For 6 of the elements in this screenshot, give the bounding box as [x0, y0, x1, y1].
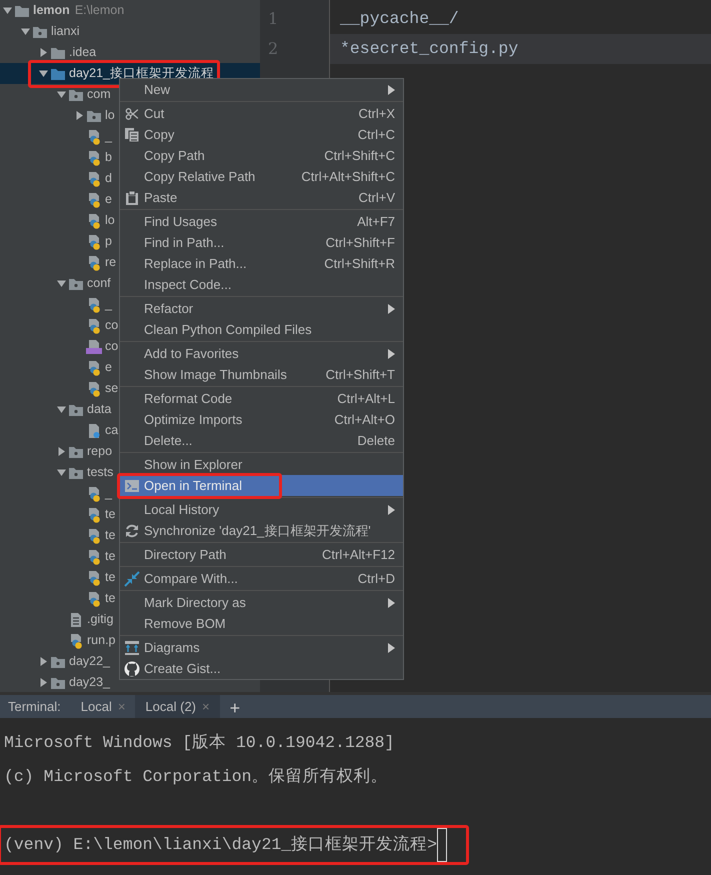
terminal-output: (c) Microsoft Corporation。保留所有权利。 [4, 766, 388, 788]
terminal-output: Microsoft Windows [版本 10.0.19042.1288] [4, 732, 394, 754]
path-label: E:\lemon [74, 2, 124, 20]
terminal-prompt: (venv) E:\lemon\lianxi\day21_接口框架开发流程> [4, 834, 438, 856]
code-line: __pycache__/ [339, 8, 460, 30]
terminal-title: Terminal: [7, 698, 62, 716]
